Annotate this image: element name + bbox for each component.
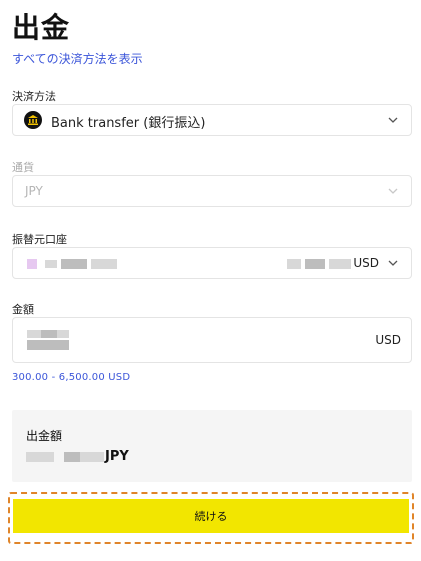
chevron-down-icon	[387, 257, 399, 269]
withdrawal-summary: 出金額 JPY	[12, 410, 412, 482]
redacted-summary-amount	[80, 452, 104, 462]
payment-method-value: Bank transfer (銀行振込)	[51, 116, 206, 131]
payment-method-select[interactable]: Bank transfer (銀行振込)	[12, 104, 412, 136]
currency-value: JPY	[25, 184, 43, 198]
redacted-account-name	[45, 260, 57, 268]
amount-input[interactable]: USD	[12, 317, 412, 363]
amount-label: 金額	[12, 303, 34, 316]
source-account-currency: USD	[353, 256, 379, 270]
continue-button-highlight: 続ける	[8, 492, 414, 544]
redacted-summary-amount	[64, 452, 80, 462]
chevron-down-icon	[387, 114, 399, 126]
redacted-account-name	[61, 259, 87, 269]
redacted-balance	[305, 259, 325, 269]
redacted-amount	[27, 330, 41, 338]
source-account-label: 振替元口座	[12, 233, 67, 246]
redacted-balance	[329, 259, 351, 269]
redacted-amount	[57, 330, 69, 338]
redacted-amount	[27, 340, 69, 350]
redacted-balance	[287, 259, 301, 269]
chevron-down-icon	[387, 185, 399, 197]
summary-currency: JPY	[105, 449, 129, 464]
currency-select: JPY	[12, 175, 412, 207]
summary-label: 出金額	[26, 429, 63, 443]
redacted-account-name	[91, 259, 117, 269]
continue-button[interactable]: 続ける	[13, 499, 409, 533]
redacted-summary-amount	[26, 452, 54, 462]
amount-unit: USD	[375, 333, 401, 347]
account-color-swatch	[27, 259, 37, 269]
source-account-select[interactable]: USD	[12, 247, 412, 279]
currency-label: 通貨	[12, 161, 34, 174]
show-all-methods-link[interactable]: すべての決済方法を表示	[12, 50, 143, 67]
amount-range-hint: 300.00 - 6,500.00 USD	[12, 372, 131, 383]
bank-icon	[24, 111, 42, 129]
page-title: 出金	[12, 11, 71, 44]
payment-method-label: 決済方法	[12, 90, 56, 103]
redacted-amount	[41, 330, 57, 338]
